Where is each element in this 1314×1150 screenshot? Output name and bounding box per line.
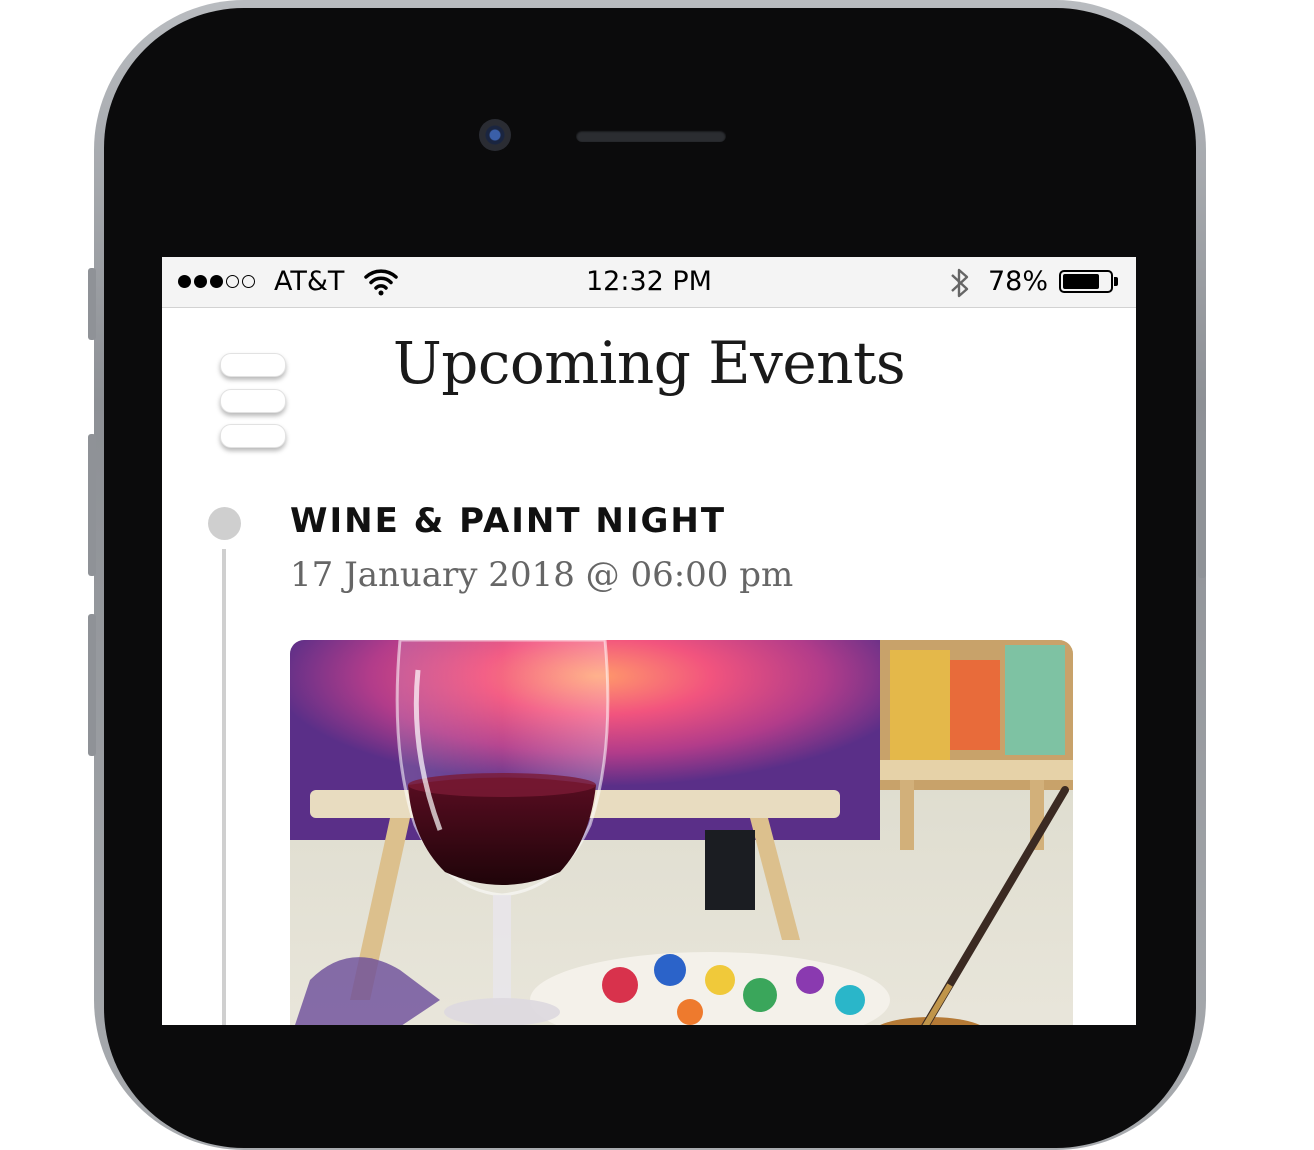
battery-icon xyxy=(1059,270,1113,293)
page-title: Upcoming Events xyxy=(392,329,906,397)
timeline-dot xyxy=(208,507,241,540)
app-screen: AT&T 12:32 PM 78% Upcoming Events WINE &… xyxy=(162,257,1136,1025)
earpiece-speaker xyxy=(576,130,726,142)
front-camera xyxy=(479,119,511,151)
mute-switch xyxy=(88,268,96,340)
status-bar: AT&T 12:32 PM 78% xyxy=(162,257,1136,308)
bluetooth-icon xyxy=(948,265,972,308)
volume-up-button xyxy=(88,434,96,576)
battery-percentage: 78% xyxy=(988,266,1049,297)
power-button xyxy=(1198,430,1206,578)
volume-down-button xyxy=(88,614,96,756)
event-image[interactable] xyxy=(290,640,1073,1025)
event-title[interactable]: WINE & PAINT NIGHT xyxy=(290,501,726,541)
menu-bar-bottom xyxy=(220,424,286,448)
timeline-line xyxy=(222,549,226,1025)
battery-tip xyxy=(1114,277,1118,286)
event-date: 17 January 2018 @ 06:00 pm xyxy=(290,555,794,595)
